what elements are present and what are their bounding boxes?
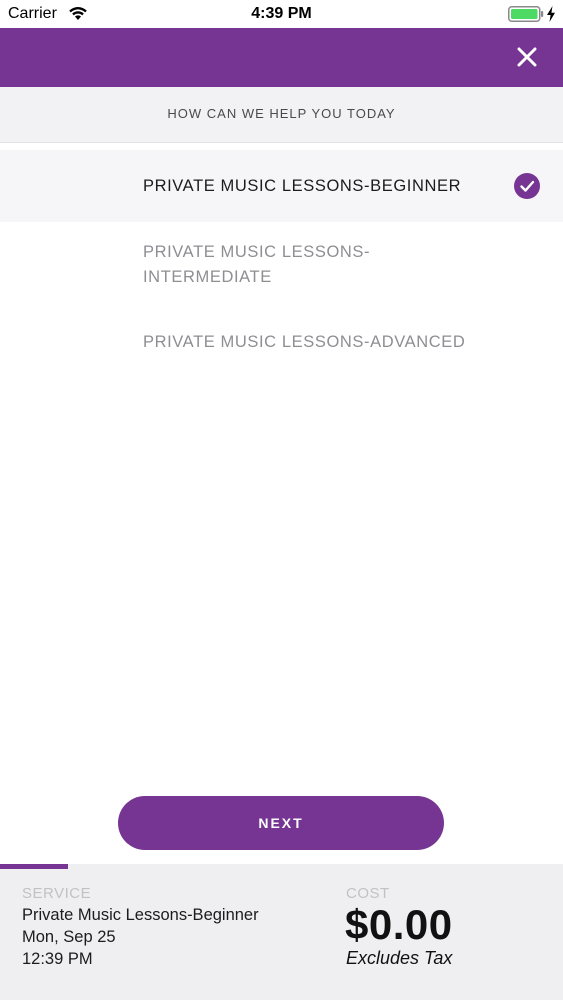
cost-note: Excludes Tax bbox=[346, 948, 453, 968]
service-option-label: PRIVATE MUSIC LESSONS-INTERMEDIATE bbox=[143, 243, 371, 286]
progress-bar bbox=[0, 864, 563, 869]
next-button[interactable]: NEXT bbox=[118, 796, 444, 850]
service-time: 12:39 PM bbox=[22, 950, 93, 968]
section-title: HOW CAN WE HELP YOU TODAY bbox=[167, 106, 396, 121]
close-icon bbox=[517, 47, 537, 67]
app-header bbox=[0, 28, 563, 87]
battery-icon bbox=[508, 6, 544, 22]
booking-summary: SERVICE Private Music Lessons-Beginner M… bbox=[0, 864, 563, 1000]
service-option-intermediate[interactable]: PRIVATE MUSIC LESSONS-INTERMEDIATE bbox=[0, 228, 563, 308]
checkmark-icon bbox=[514, 173, 540, 199]
service-option-advanced[interactable]: PRIVATE MUSIC LESSONS-ADVANCED bbox=[0, 318, 563, 368]
status-bar: Carrier 4:39 PM bbox=[0, 0, 563, 28]
service-option-label: PRIVATE MUSIC LESSONS-ADVANCED bbox=[143, 333, 466, 351]
service-option-beginner[interactable]: PRIVATE MUSIC LESSONS-BEGINNER bbox=[0, 150, 563, 222]
service-name: Private Music Lessons-Beginner bbox=[22, 906, 259, 924]
close-button[interactable] bbox=[508, 38, 546, 76]
progress-fill bbox=[0, 864, 68, 869]
section-header: HOW CAN WE HELP YOU TODAY bbox=[0, 87, 563, 143]
service-date: Mon, Sep 25 bbox=[22, 928, 116, 946]
cost-caption: COST bbox=[346, 885, 390, 902]
cost-value: $0.00 bbox=[345, 901, 453, 948]
clock-time: 4:39 PM bbox=[251, 5, 312, 22]
service-option-label: PRIVATE MUSIC LESSONS-BEGINNER bbox=[143, 177, 462, 195]
service-caption: SERVICE bbox=[22, 885, 92, 902]
charging-bolt-icon bbox=[547, 6, 555, 22]
